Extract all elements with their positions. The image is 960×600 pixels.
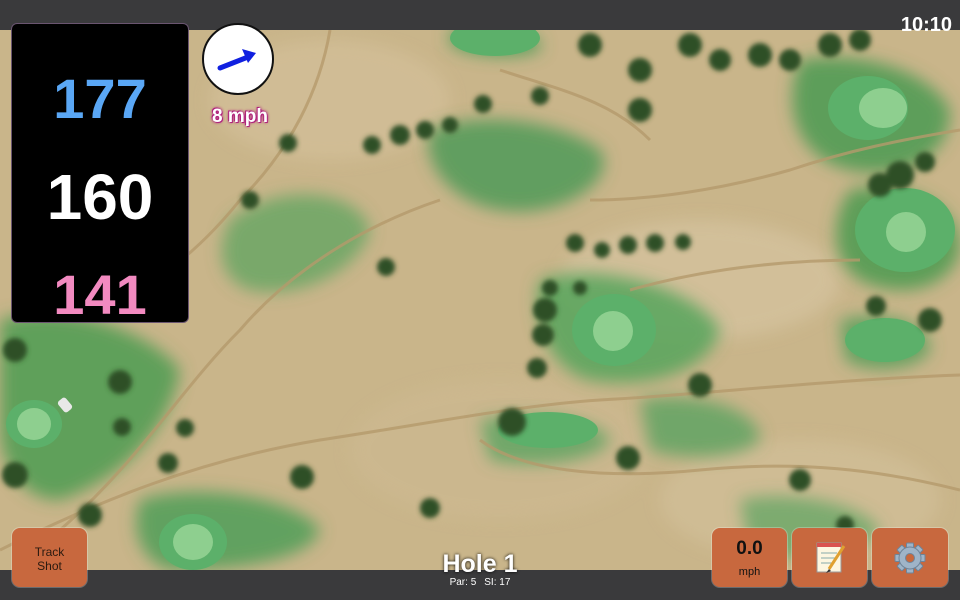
notes-button[interactable]	[792, 528, 867, 587]
track-shot-button[interactable]: Track Shot	[12, 528, 87, 587]
distance-panel: 177 160 141	[11, 23, 189, 326]
arrow-icon	[217, 49, 256, 71]
back-distance: 177	[53, 67, 147, 130]
speed-unit: mph	[738, 566, 761, 578]
speed-value: 0.0	[736, 538, 763, 559]
front-distance: 141	[53, 263, 147, 326]
settings-button[interactable]	[872, 528, 948, 587]
hole-info: Par: 5 SI: 17	[380, 577, 580, 588]
track-shot-label-line2: Shot	[37, 559, 62, 573]
wind-direction-indicator	[202, 23, 274, 95]
wind-speed: 8 mph	[212, 106, 268, 127]
hole-title: Hole 1	[442, 550, 518, 578]
hole-par: Par: 5	[449, 577, 477, 588]
speed-button[interactable]: 0.0 mph	[712, 528, 787, 587]
track-shot-label-line1: Track	[34, 545, 65, 559]
notepad-icon	[816, 542, 846, 573]
status-time: 10:10	[900, 14, 952, 36]
hole-stroke-index: SI: 17	[484, 577, 511, 588]
middle-distance: 160	[46, 161, 154, 233]
gear-icon	[894, 542, 926, 574]
